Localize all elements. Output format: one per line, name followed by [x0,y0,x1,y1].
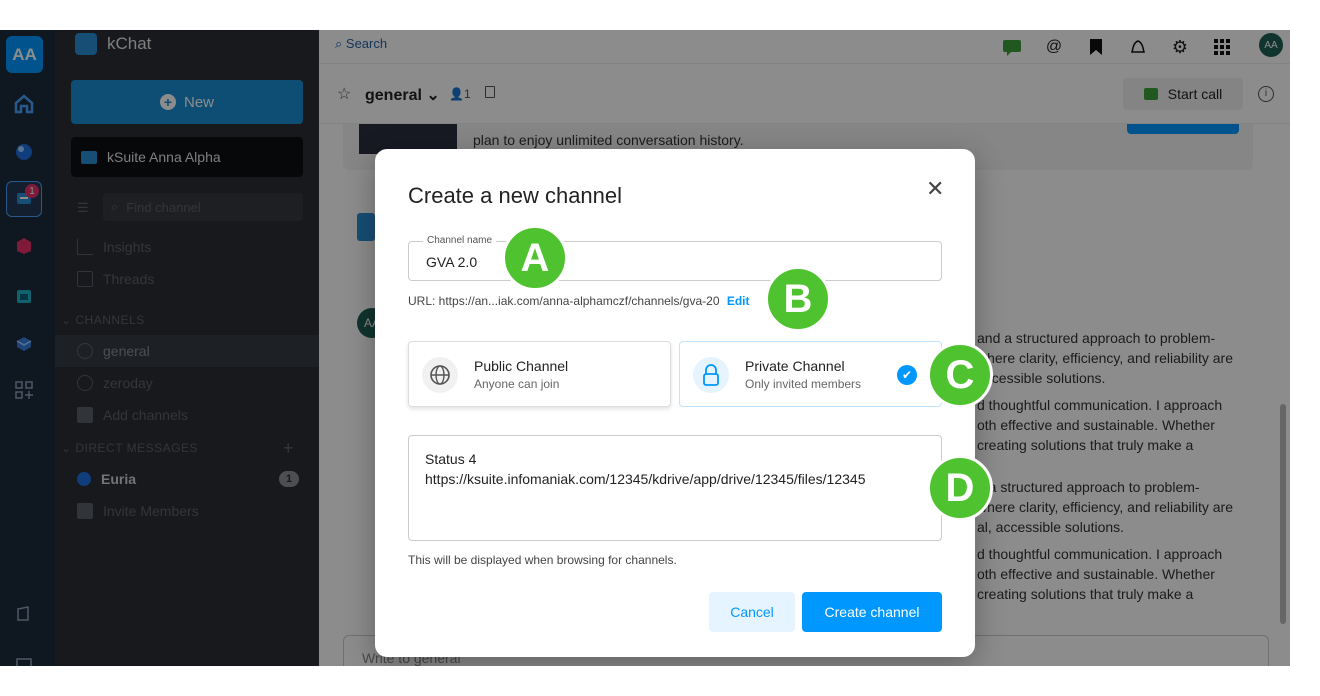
channel-url: URL: https://an...iak.com/anna-alphamczf… [408,294,750,308]
cancel-button[interactable]: Cancel [709,592,795,632]
public-channel-title: Public Channel [474,358,569,374]
globe-icon [422,357,458,393]
modal-title: Create a new channel [408,183,623,208]
create-channel-modal: Create a new channel ✕ Channel name GVA … [375,149,975,657]
private-channel-title: Private Channel [745,358,845,374]
close-icon[interactable]: ✕ [926,176,944,202]
channel-name-label: Channel name [423,235,497,246]
selected-check-icon: ✔ [897,365,917,385]
callout-b: B [765,266,831,332]
create-channel-button[interactable]: Create channel [802,592,942,632]
private-channel-subtitle: Only invited members [745,377,862,391]
public-channel-subtitle: Anyone can join [474,377,560,391]
callout-d: D [927,455,993,521]
callout-c: C [927,342,993,408]
purpose-line: https://ksuite.infomaniak.com/12345/kdri… [425,471,866,487]
private-channel-option[interactable]: Private Channel Only invited members ✔ [679,341,942,407]
helper-text: This will be displayed when browsing for… [408,553,677,567]
channel-name-value: GVA 2.0 [426,254,478,270]
purpose-textarea[interactable]: Status 4 https://ksuite.infomaniak.com/1… [408,435,942,541]
lock-icon [693,357,729,393]
callout-a: A [502,225,568,291]
public-channel-option[interactable]: Public Channel Anyone can join [408,341,671,407]
url-edit-link[interactable]: Edit [727,294,750,308]
channel-url-text: URL: https://an...iak.com/anna-alphamczf… [408,294,720,308]
channel-name-field[interactable]: Channel name GVA 2.0 [408,235,942,281]
kchat-window: AA 1 kChat + New kSuite Anna Alpha ☰ ⌕ F… [0,30,1290,666]
purpose-line: Status 4 [425,451,477,467]
